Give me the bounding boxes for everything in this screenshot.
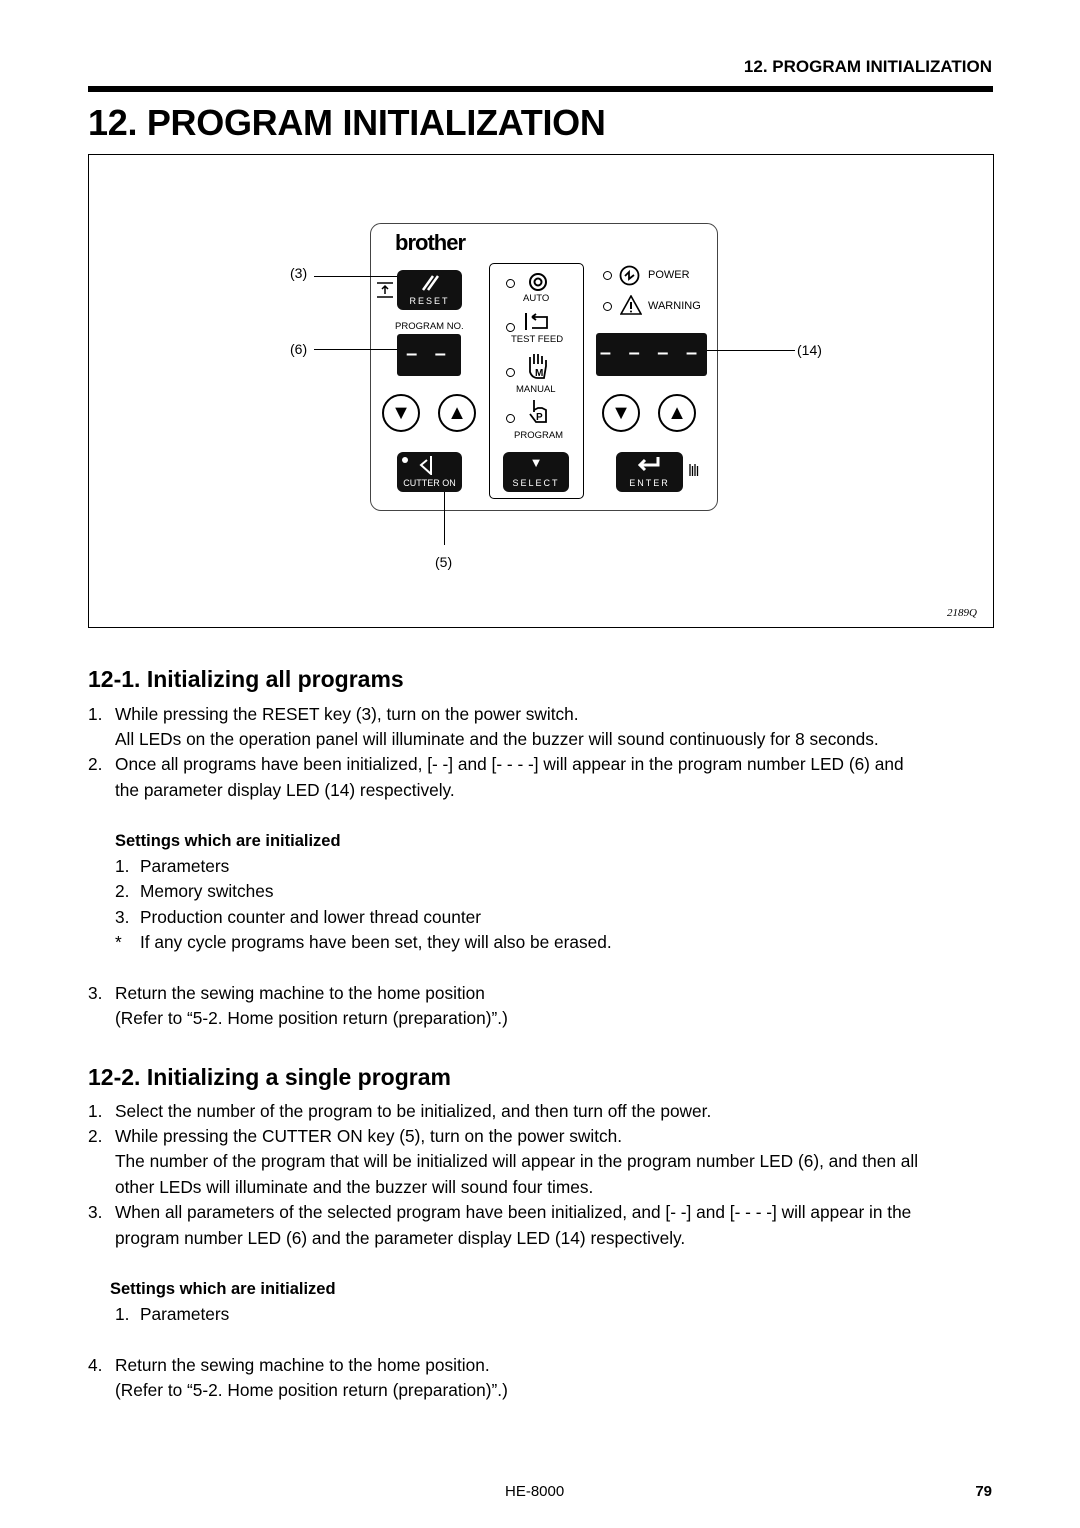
enter-arrow-icon [637, 457, 660, 472]
setting-number: 1. [115, 1304, 130, 1324]
step-text: While pressing the RESET key (3), turn o… [115, 704, 579, 724]
header-rule [88, 86, 993, 92]
manual-led [506, 368, 515, 377]
reset-icon [421, 275, 440, 291]
section-heading-12-1: 12-1. Initializing all programs [88, 666, 404, 692]
test-feed-led [506, 323, 515, 332]
cutter-on-key[interactable]: CUTTER ON [397, 452, 462, 492]
presser-lift-icon [377, 282, 393, 298]
parameter-down-button[interactable]: ▼ [602, 394, 640, 432]
step-number: 2. [88, 754, 103, 774]
cutter-on-key-label: CUTTER ON [403, 478, 456, 488]
select-key-label: SELECT [512, 478, 560, 488]
running-header: 12. PROGRAM INITIALIZATION [743, 57, 992, 76]
memory-icon [689, 464, 699, 476]
warning-led [603, 302, 612, 311]
setting-number: 1. [115, 856, 130, 876]
callout-14-leader [707, 350, 795, 351]
program-number-led: – – [397, 334, 461, 376]
svg-text:M: M [535, 368, 543, 379]
step-number: 4. [88, 1355, 103, 1375]
step-number: 3. [88, 1202, 103, 1222]
page-title: 12. PROGRAM INITIALIZATION [88, 102, 606, 143]
step-text: (Refer to “5-2. Home position return (pr… [115, 1380, 508, 1400]
mode-label-auto: AUTO [523, 293, 550, 304]
step-number: 1. [88, 704, 103, 724]
auto-led [506, 279, 515, 288]
program-up-button[interactable]: ▲ [438, 394, 476, 432]
step-text: program number LED (6) and the parameter… [115, 1228, 686, 1248]
callout-6-leader [314, 349, 397, 350]
warning-icon [620, 295, 642, 315]
step-text: Return the sewing machine to the home po… [115, 1355, 490, 1375]
power-icon [619, 265, 640, 286]
step-text: Once all programs have been initialized,… [115, 754, 904, 774]
manual-hand-icon: M [529, 354, 547, 379]
mode-label-manual: MANUAL [516, 384, 556, 395]
step-text: All LEDs on the operation panel will ill… [115, 729, 879, 749]
enter-key-label: ENTER [629, 478, 670, 488]
cutter-icon [419, 456, 432, 475]
cutter-led-indicator [402, 457, 408, 463]
select-key[interactable]: ▼ SELECT [503, 452, 569, 492]
mode-label-program: PROGRAM [514, 430, 564, 441]
step-text: (Refer to “5-2. Home position return (pr… [115, 1008, 508, 1028]
step-text: While pressing the CUTTER ON key (5), tu… [115, 1126, 623, 1146]
page-number: 79 [975, 1483, 992, 1500]
setting-text: Production counter and lower thread coun… [140, 907, 482, 927]
callout-14: (14) [797, 342, 822, 358]
step-text: Select the number of the program to be i… [115, 1101, 712, 1121]
step-text: When all parameters of the selected prog… [115, 1202, 912, 1222]
step-text: The number of the program that will be i… [115, 1151, 919, 1171]
parameter-up-button[interactable]: ▲ [658, 394, 696, 432]
setting-number: 3. [115, 907, 130, 927]
figure-code: 2189Q [947, 607, 977, 619]
callout-3: (3) [290, 265, 308, 281]
brand-logo: brother [395, 230, 466, 255]
setting-text: Parameters [140, 856, 230, 876]
setting-text: Memory switches [140, 881, 274, 901]
warning-label: WARNING [648, 300, 701, 312]
select-arrow-icon: ▼ [529, 455, 543, 470]
settings-heading: Settings which are initialized [115, 832, 341, 850]
svg-text:P: P [536, 412, 543, 423]
callout-5-leader [444, 492, 445, 545]
parameter-display-led: – – – – [596, 333, 707, 376]
step-text: Return the sewing machine to the home po… [115, 983, 485, 1003]
section-heading-12-2: 12-2. Initializing a single program [88, 1064, 451, 1090]
power-led [603, 271, 612, 280]
callout-5: (5) [435, 554, 453, 570]
reset-key[interactable]: RESET [397, 270, 462, 310]
settings-heading: Settings which are initialized [110, 1280, 336, 1298]
setting-note-mark: * [115, 932, 122, 952]
step-text: the parameter display LED (14) respectiv… [115, 780, 455, 800]
step-text: other LEDs will illuminate and the buzze… [115, 1177, 594, 1197]
program-hand-icon: P [529, 400, 547, 423]
program-no-label: PROGRAM NO. [395, 321, 464, 332]
setting-text: Parameters [140, 1304, 230, 1324]
reset-key-label: RESET [409, 296, 450, 306]
auto-mode-icon [529, 273, 547, 291]
enter-key[interactable]: ENTER [616, 452, 683, 492]
power-label: POWER [648, 269, 690, 281]
program-down-button[interactable]: ▼ [382, 394, 420, 432]
callout-3-leader [314, 276, 397, 277]
footer-model: HE-8000 [505, 1483, 565, 1500]
step-number: 2. [88, 1126, 103, 1146]
mode-label-test-feed: TEST FEED [511, 334, 564, 345]
setting-number: 2. [115, 881, 130, 901]
step-number: 3. [88, 983, 103, 1003]
step-number: 1. [88, 1101, 103, 1121]
test-feed-icon [525, 313, 548, 330]
setting-note: If any cycle programs have been set, the… [140, 932, 612, 952]
program-led [506, 414, 515, 423]
callout-6: (6) [290, 341, 308, 357]
